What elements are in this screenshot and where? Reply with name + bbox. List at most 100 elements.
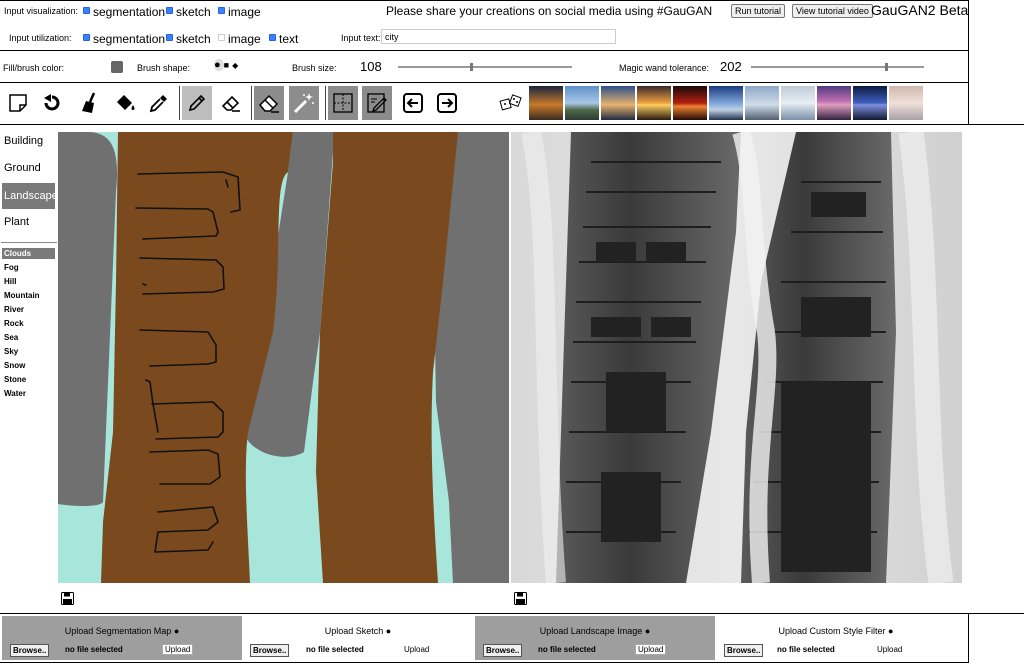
frame-line	[0, 613, 1024, 614]
upload-style-filter-title: Upload Custom Style Filter ●	[778, 626, 894, 636]
generated-output-image	[511, 132, 962, 583]
upload-segmentation-title: Upload Segmentation Map ●	[64, 626, 180, 636]
label-stone[interactable]: Stone	[2, 374, 55, 385]
upload-landscape-browse-button[interactable]: Browse..	[483, 644, 523, 657]
label-sky[interactable]: Sky	[2, 346, 55, 357]
style-thumbnail[interactable]	[601, 86, 635, 120]
upload-sketch-browse-button[interactable]: Browse..	[250, 644, 290, 657]
brush-size-value: 108	[360, 59, 382, 74]
style-thumbnail[interactable]	[709, 86, 743, 120]
eraser-icon[interactable]	[254, 86, 284, 120]
style-thumbnail[interactable]	[565, 86, 599, 120]
magic-wand-slider[interactable]	[751, 63, 924, 71]
style-thumbnail[interactable]	[673, 86, 707, 120]
undo-icon[interactable]	[37, 86, 67, 120]
frame-line	[0, 124, 1024, 125]
save-output-icon[interactable]	[514, 592, 527, 610]
upload-segmentation-upload-button[interactable]: Upload	[162, 644, 194, 655]
magic-wand-slider-thumb[interactable]	[885, 63, 888, 71]
eyedropper-icon[interactable]	[144, 86, 174, 120]
frame-line	[968, 613, 969, 663]
frame-line	[968, 0, 969, 125]
brush-size-slider-thumb[interactable]	[470, 63, 473, 71]
style-thumbnail[interactable]	[637, 86, 671, 120]
toolbar-separator	[325, 86, 326, 120]
brush-shape-square[interactable]: ■	[224, 60, 232, 70]
upload-style-filter-panel: Upload Custom Style Filter ● Browse.. no…	[716, 616, 956, 660]
style-thumbnail[interactable]	[781, 86, 815, 120]
brush-shape-diamond[interactable]: ◆	[232, 61, 241, 70]
viz-segmentation-checkbox[interactable]: segmentation	[83, 3, 165, 21]
brush-shape-circle[interactable]: ●	[214, 59, 224, 71]
input-utilization-label: Input utilization:	[9, 33, 72, 43]
toolbar-separator	[179, 86, 180, 120]
label-water[interactable]: Water	[2, 388, 55, 399]
util-sketch-checkbox[interactable]: sketch	[166, 30, 211, 48]
brush-size-label: Brush size:	[292, 63, 337, 73]
upload-landscape-panel: Upload Landscape Image ● Browse.. no fil…	[475, 616, 715, 660]
save-canvas-icon[interactable]	[61, 592, 74, 610]
style-thumbnail[interactable]	[817, 86, 851, 120]
util-segmentation-checkbox[interactable]: segmentation	[83, 30, 165, 48]
upload-sketch-file-status: no file selected	[306, 645, 364, 654]
paint-bucket-icon[interactable]	[110, 86, 140, 120]
eraser-outline-icon[interactable]	[216, 86, 246, 120]
segmentation-grid-icon[interactable]	[328, 86, 358, 120]
category-plant[interactable]: Plant	[2, 214, 55, 230]
fill-color-swatch[interactable]	[111, 61, 123, 73]
view-tutorial-video-button[interactable]: View tutorial video	[792, 4, 873, 18]
fill-color-label: Fill/brush color:	[3, 63, 65, 73]
viz-image-checkbox[interactable]: image	[218, 3, 261, 21]
label-snow[interactable]: Snow	[2, 360, 55, 371]
category-landscape[interactable]: Landscape	[2, 183, 58, 209]
brush-shape-options[interactable]: ●■◆	[214, 59, 241, 71]
upload-segmentation-browse-button[interactable]: Browse..	[10, 644, 50, 657]
util-text-checkbox[interactable]: text	[269, 30, 298, 48]
upload-sketch-upload-button[interactable]: Upload	[404, 645, 429, 654]
upload-sketch-panel: Upload Sketch ● Browse.. no file selecte…	[243, 616, 473, 660]
frame-line	[0, 662, 969, 663]
input-text-label: Input text:	[341, 33, 381, 43]
upload-segmentation-panel: Upload Segmentation Map ● Browse.. no fi…	[2, 616, 242, 660]
label-fog[interactable]: Fog	[2, 262, 55, 273]
input-text-field[interactable]	[381, 29, 616, 44]
label-sea[interactable]: Sea	[2, 332, 55, 343]
segmentation-canvas[interactable]	[58, 132, 509, 583]
brush-size-slider[interactable]	[398, 63, 572, 71]
upload-landscape-file-status: no file selected	[538, 645, 596, 654]
frame-line	[0, 0, 969, 1]
arrow-right-icon[interactable]	[432, 86, 462, 120]
broom-icon[interactable]	[76, 86, 106, 120]
magic-wand-tolerance-label: Magic wand tolerance:	[619, 63, 710, 73]
label-rock[interactable]: Rock	[2, 318, 55, 329]
magic-wand-icon[interactable]	[289, 86, 319, 120]
upload-style-filter-upload-button[interactable]: Upload	[877, 645, 902, 654]
upload-landscape-upload-button[interactable]: Upload	[635, 644, 667, 655]
share-message: Please share your creations on social me…	[386, 4, 713, 18]
category-ground[interactable]: Ground	[2, 160, 55, 176]
style-thumbnail[interactable]	[529, 86, 563, 120]
pencil-icon[interactable]	[182, 86, 212, 120]
viz-sketch-checkbox[interactable]: sketch	[166, 3, 211, 21]
label-river[interactable]: River	[2, 304, 55, 315]
style-thumbnail[interactable]	[853, 86, 887, 120]
brush-shape-label: Brush shape:	[137, 63, 191, 73]
style-thumbnail[interactable]	[745, 86, 779, 120]
toolbar-separator	[251, 86, 252, 120]
upload-landscape-title: Upload Landscape Image ●	[539, 626, 651, 636]
run-tutorial-button[interactable]: Run tutorial	[731, 4, 786, 18]
category-building[interactable]: Building	[2, 133, 55, 149]
label-hill[interactable]: Hill	[2, 276, 55, 287]
style-thumbnail[interactable]	[889, 86, 923, 120]
sketch-edit-icon[interactable]	[362, 86, 392, 120]
label-clouds[interactable]: Clouds	[2, 248, 55, 259]
input-visualization-label: Input visualization:	[4, 6, 79, 16]
app-title: GauGAN2 Beta	[871, 2, 969, 18]
dice-icon[interactable]	[496, 86, 526, 120]
util-image-checkbox[interactable]: image	[218, 30, 261, 48]
new-canvas-icon[interactable]	[3, 86, 33, 120]
arrow-left-icon[interactable]	[398, 86, 428, 120]
label-mountain[interactable]: Mountain	[2, 290, 55, 301]
upload-style-filter-browse-button[interactable]: Browse..	[724, 644, 764, 657]
frame-line	[0, 82, 969, 83]
